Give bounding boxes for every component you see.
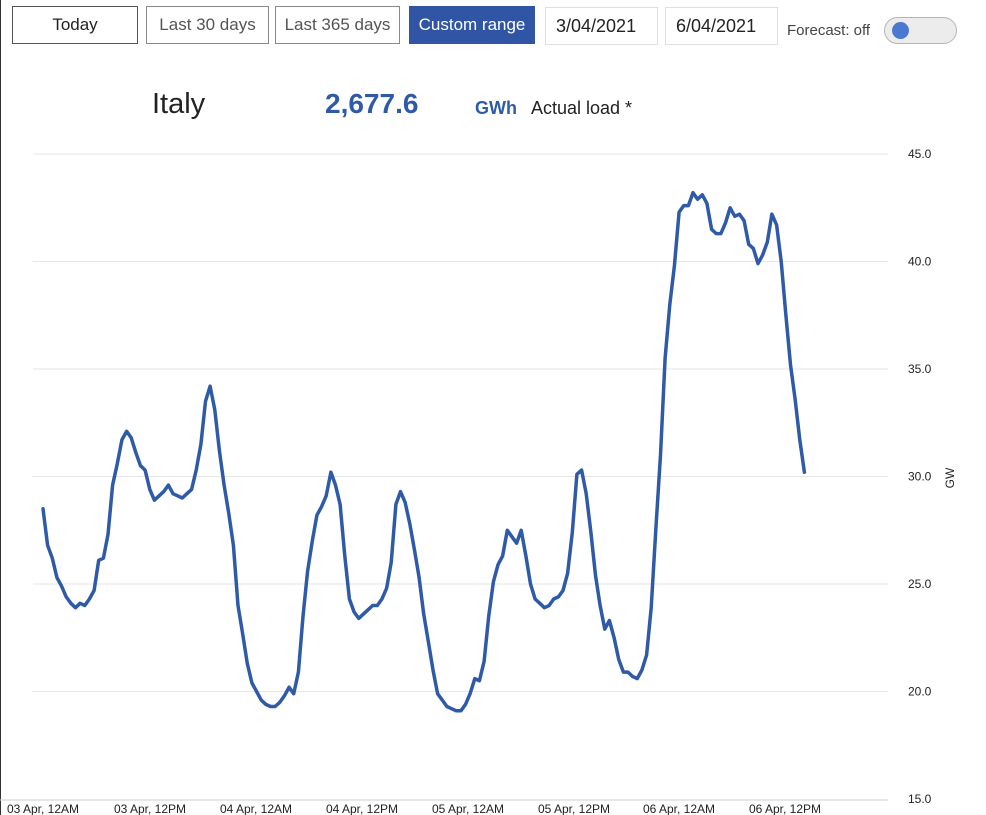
x-tick-label: 06 Apr, 12PM: [749, 802, 821, 815]
x-tick-label: 04 Apr, 12PM: [326, 802, 398, 815]
load-chart: 15.0 20.0 25.0 30.0 35.0 40.0 45.0 03 Apr, 12A…: [0, 147, 957, 815]
y-tick-label: 35.0: [908, 362, 932, 376]
x-tick-label: 03 Apr, 12PM: [114, 802, 186, 815]
series-line-actual-load: [41, 190, 807, 713]
x-tick-label: 05 Apr, 12PM: [538, 802, 610, 815]
y-tick-label: 20.0: [908, 685, 932, 699]
y-axis-ticks: 15.0 20.0 25.0 30.0 35.0 40.0 45.0: [908, 147, 932, 806]
y-tick-label: 45.0: [908, 147, 932, 161]
y-tick-label: 30.0: [908, 470, 932, 484]
y-tick-label: 25.0: [908, 577, 932, 591]
y-axis-label: GW: [943, 467, 957, 488]
x-tick-label: 04 Apr, 12AM: [220, 802, 292, 815]
x-tick-label: 05 Apr, 12AM: [432, 802, 504, 815]
y-tick-label: 40.0: [908, 255, 932, 269]
chart-series: [41, 190, 807, 713]
y-tick-label: 15.0: [908, 792, 932, 806]
x-tick-label: 03 Apr, 12AM: [7, 802, 79, 815]
x-tick-label: 06 Apr, 12AM: [643, 802, 715, 815]
x-axis-ticks: 03 Apr, 12AM 03 Apr, 12PM 04 Apr, 12AM 04 A…: [7, 802, 821, 815]
